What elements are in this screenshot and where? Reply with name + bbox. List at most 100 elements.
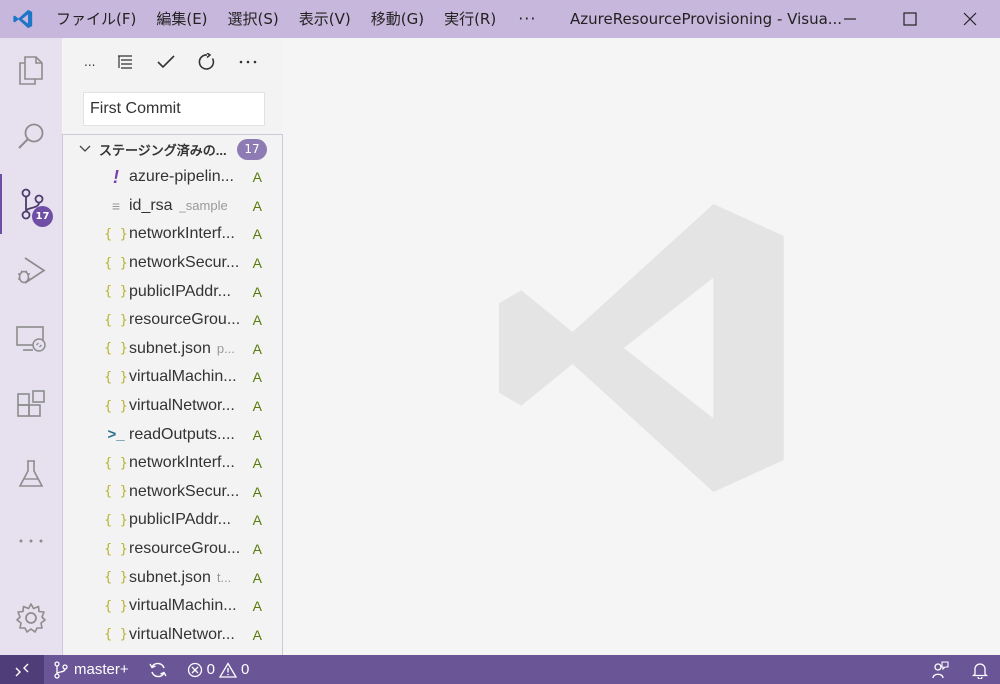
json-icon: { }: [104, 369, 128, 385]
file-label: virtualMachin...: [129, 368, 247, 386]
ellipsis-icon: [19, 539, 43, 543]
source-control-button[interactable]: 17: [0, 174, 62, 234]
file-status-added: A: [252, 569, 262, 586]
staged-file-row[interactable]: { } resourceGrou... A: [63, 306, 282, 335]
more-views-button[interactable]: [0, 511, 62, 571]
file-name: publicIPAddr...: [129, 282, 231, 300]
minimize-button[interactable]: [820, 0, 880, 38]
menu-view[interactable]: 表示(V): [289, 0, 361, 38]
sync-button[interactable]: [139, 655, 177, 684]
staged-file-row[interactable]: { } networkSecur... A: [63, 478, 282, 507]
menu-selection[interactable]: 選択(S): [218, 0, 289, 38]
file-name: networkSecur...: [129, 482, 240, 500]
staged-file-row[interactable]: { } virtualMachin... A: [63, 363, 282, 392]
remote-explorer-button[interactable]: [0, 309, 62, 369]
staged-file-row[interactable]: { } virtualNetwor... A: [63, 392, 282, 421]
error-count: 0: [206, 661, 215, 678]
feedback-icon: [932, 660, 949, 678]
problems-indicator[interactable]: 0 0: [177, 655, 260, 684]
file-description: p...: [216, 340, 235, 356]
extensions-button[interactable]: [0, 376, 62, 436]
more-actions-button[interactable]: [227, 47, 268, 77]
check-icon: [156, 55, 175, 69]
staged-file-row[interactable]: { } subnet.json p... A: [63, 335, 282, 364]
file-status-added: A: [252, 197, 262, 214]
staged-file-row[interactable]: >_ readOutputs.... A: [63, 420, 282, 449]
refresh-button[interactable]: [186, 47, 227, 77]
file-name: virtualMachin...: [129, 597, 237, 615]
json-icon: { }: [104, 341, 128, 357]
chevron-down-icon: [79, 142, 99, 156]
bell-icon: [972, 662, 988, 679]
file-label: subnet.json t...: [129, 569, 247, 587]
error-icon: [187, 662, 202, 677]
file-label: virtualMachin...: [129, 597, 247, 615]
file-status-added: A: [252, 626, 262, 643]
manage-button[interactable]: [0, 588, 62, 648]
source-control-sidebar: ... First Commit ステージング済みの... 17 ! azure…: [62, 38, 283, 655]
view-as-tree-button[interactable]: [104, 47, 145, 77]
remote-indicator-button[interactable]: [0, 655, 44, 684]
staged-file-row[interactable]: { } resourceGrou... A: [63, 535, 282, 564]
file-status-added: A: [252, 483, 262, 500]
file-name: virtualMachin...: [129, 368, 237, 386]
refresh-icon: [198, 53, 214, 70]
staged-file-row[interactable]: { } networkInterf... A: [63, 220, 282, 249]
branch-indicator[interactable]: master+: [44, 655, 139, 684]
maximize-button[interactable]: [880, 0, 940, 38]
staged-file-row[interactable]: { } virtualMachin... A: [63, 592, 282, 621]
explorer-button[interactable]: [0, 40, 62, 100]
menu-run[interactable]: 実行(R): [434, 0, 506, 38]
staged-file-row[interactable]: { } networkSecur... A: [63, 249, 282, 278]
file-name: networkInterf...: [129, 454, 235, 472]
file-status-added: A: [252, 512, 262, 529]
minimize-icon: [844, 18, 856, 20]
file-label: resourceGrou...: [129, 540, 247, 558]
menu-more-button[interactable]: ···: [506, 0, 548, 38]
menu-edit[interactable]: 編集(E): [146, 0, 217, 38]
staged-file-row[interactable]: ≡ id_rsa _sample A: [63, 192, 282, 221]
staged-changes-label: ステージング済みの...: [99, 142, 227, 158]
status-bar-right: [920, 655, 1000, 684]
file-name: networkInterf...: [129, 225, 235, 243]
commit-button[interactable]: [145, 47, 186, 77]
menu-go[interactable]: 移動(G): [361, 0, 434, 38]
file-label: subnet.json p...: [129, 340, 247, 358]
staged-file-row[interactable]: { } publicIPAddr... A: [63, 277, 282, 306]
file-status-added: A: [252, 455, 262, 472]
gear-icon: [16, 603, 46, 633]
scm-views-ellipsis[interactable]: ...: [84, 47, 104, 77]
testing-button[interactable]: [0, 444, 62, 504]
staged-file-row[interactable]: { } virtualNetwor... A: [63, 621, 282, 650]
file-label: virtualNetwor...: [129, 626, 247, 644]
file-name: publicIPAddr...: [129, 511, 231, 529]
file-status-added: A: [252, 426, 262, 443]
commit-message-input[interactable]: First Commit: [83, 92, 265, 126]
file-description: _sample: [178, 197, 228, 213]
vscode-window: ファイル(F) 編集(E) 選択(S) 表示(V) 移動(G) 実行(R) ··…: [0, 0, 1000, 684]
notifications-button[interactable]: [960, 655, 1000, 684]
file-label: publicIPAddr...: [129, 511, 247, 529]
search-button[interactable]: [0, 106, 62, 166]
file-label: readOutputs....: [129, 426, 247, 444]
menu-file[interactable]: ファイル(F): [46, 0, 146, 38]
file-name: resourceGrou...: [129, 311, 241, 329]
json-icon: { }: [104, 627, 128, 643]
json-icon: { }: [104, 455, 128, 471]
file-label: networkSecur...: [129, 483, 247, 501]
file-label: id_rsa _sample: [129, 197, 247, 215]
staged-changes-header[interactable]: ステージング済みの... 17: [63, 135, 282, 163]
branch-name: master+: [74, 661, 129, 678]
scm-count-badge: 17: [32, 206, 53, 227]
git-branch-icon: [54, 660, 68, 679]
list-tree-icon: [117, 55, 132, 69]
file-name: virtualNetwor...: [129, 397, 235, 415]
staged-file-row[interactable]: { } networkInterf... A: [63, 449, 282, 478]
staged-count-badge: 17: [237, 138, 267, 160]
staged-file-row[interactable]: { } subnet.json t... A: [63, 563, 282, 592]
staged-file-row[interactable]: ! azure-pipelin... A: [63, 163, 282, 192]
feedback-button[interactable]: [920, 655, 960, 684]
staged-file-row[interactable]: { } publicIPAddr... A: [63, 506, 282, 535]
close-button[interactable]: [940, 0, 1000, 38]
run-debug-button[interactable]: [0, 241, 62, 301]
